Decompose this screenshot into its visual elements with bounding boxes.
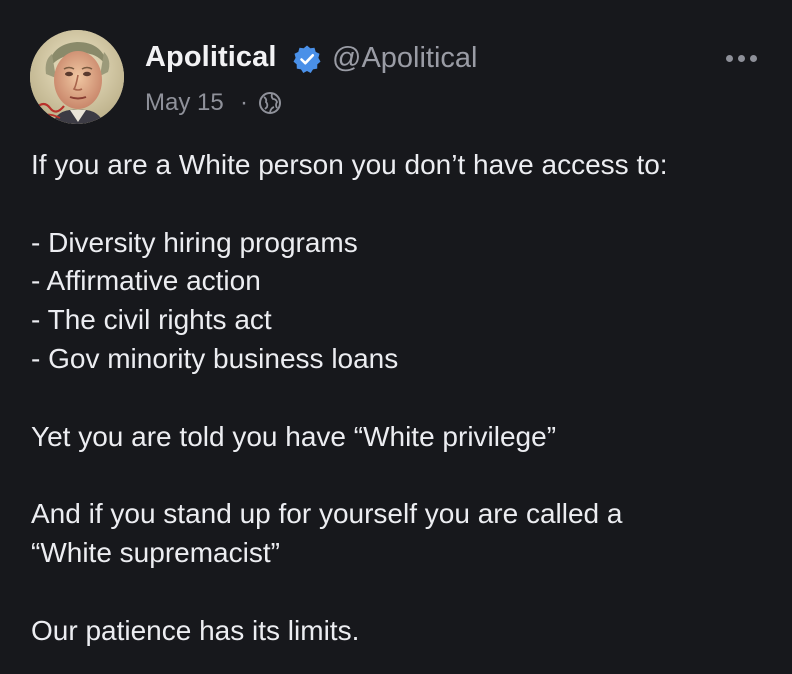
verified-badge-icon bbox=[293, 45, 321, 73]
meta-separator: · bbox=[240, 89, 248, 116]
author-handle[interactable]: @Apolitical bbox=[332, 42, 478, 75]
author-name[interactable]: Apolitical bbox=[145, 41, 277, 74]
post-line: If you are a White person you don’t have… bbox=[31, 149, 668, 180]
post-line: Yet you are told you have “White privile… bbox=[31, 420, 557, 452]
more-options-icon[interactable] bbox=[722, 47, 762, 69]
post-card: Apolitical @Apolitical May 15 · If you a… bbox=[0, 0, 792, 674]
post-body: If you are a White person you don’t have… bbox=[31, 146, 771, 650]
post-line: “White supremacist” bbox=[31, 536, 280, 568]
globe-icon bbox=[259, 92, 281, 114]
post-line: And if you stand up for yourself you are… bbox=[31, 498, 623, 530]
avatar[interactable] bbox=[30, 30, 124, 124]
post-line: - Gov minority business loans bbox=[31, 342, 399, 374]
post-date[interactable]: May 15 bbox=[145, 89, 224, 117]
post-line: - The civil rights act bbox=[31, 304, 272, 336]
post-line: Our patience has its limits. bbox=[31, 614, 360, 646]
post-line: - Affirmative action bbox=[31, 265, 261, 297]
avatar-portrait bbox=[30, 30, 124, 124]
post-line: - Diversity hiring programs bbox=[31, 226, 358, 258]
